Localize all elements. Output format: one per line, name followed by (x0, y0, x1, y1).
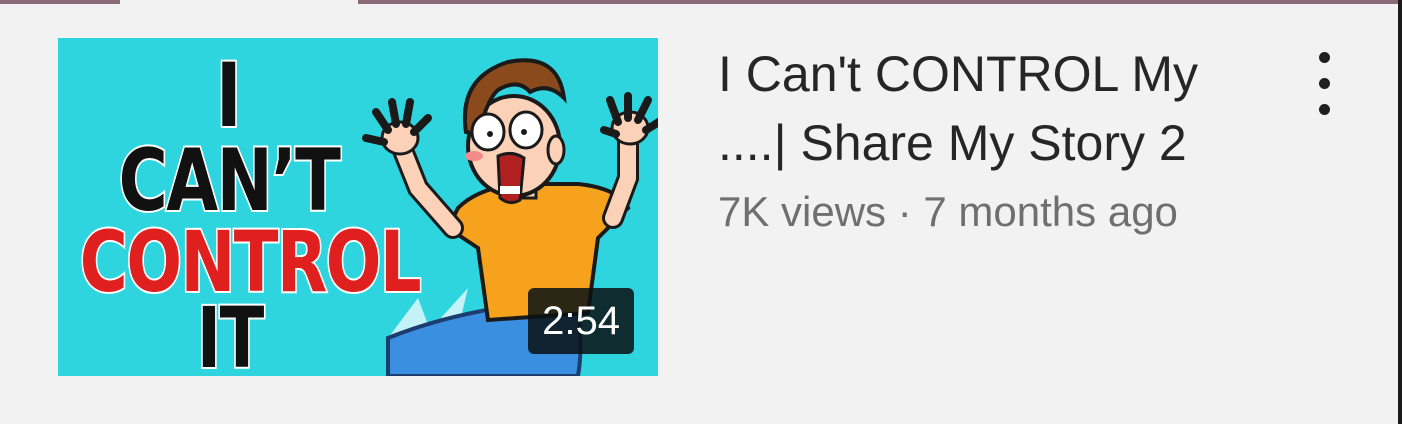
video-list-item[interactable]: I CAN’T CONTROL IT 2:54 I Can't CONTROL … (58, 38, 1358, 378)
more-dot (1319, 78, 1330, 89)
view-count: 7K views (718, 188, 887, 235)
more-dot (1319, 52, 1330, 63)
more-vert-icon[interactable] (1305, 46, 1345, 122)
video-title[interactable]: I Can't CONTROL My ....| Share My Story … (718, 38, 1278, 178)
video-stats: 7K views · 7 months ago (718, 186, 1278, 238)
thumbnail-caption-line: IT (195, 289, 266, 376)
right-border (1398, 0, 1402, 424)
video-details: I Can't CONTROL My ....| Share My Story … (718, 38, 1278, 238)
thumbnail-caption-line: I (214, 44, 243, 147)
top-border (0, 0, 1402, 4)
video-thumbnail[interactable]: I CAN’T CONTROL IT 2:54 (58, 38, 658, 376)
thumbnail-caption: I CAN’T CONTROL IT (58, 38, 423, 377)
thumbnail-caption-line: CAN’T (117, 131, 342, 231)
meta-separator: · (897, 188, 912, 235)
upload-age: 7 months ago (923, 188, 1178, 235)
more-dot (1319, 104, 1330, 115)
duration-badge: 2:54 (528, 288, 634, 354)
